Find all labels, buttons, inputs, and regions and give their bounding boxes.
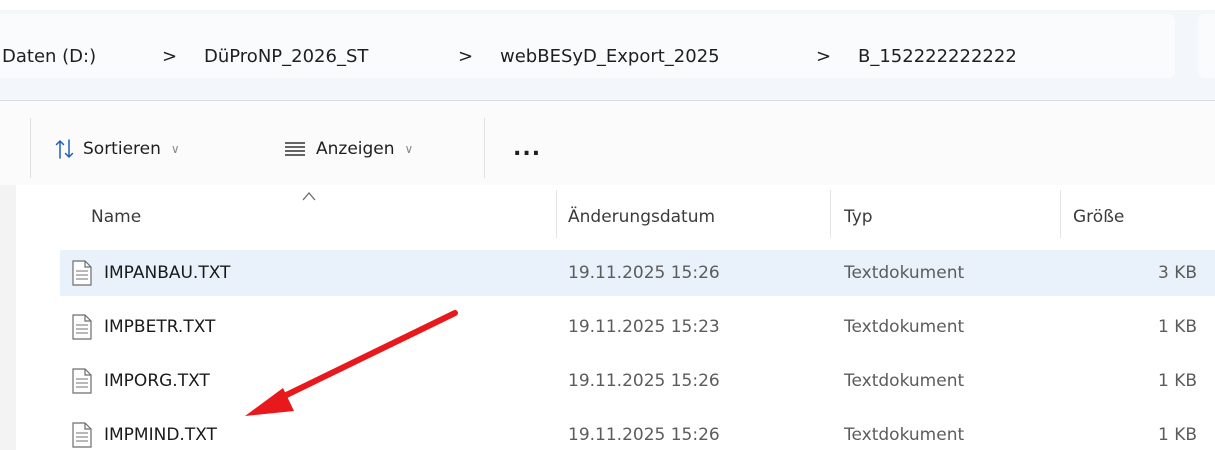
divider <box>484 118 485 178</box>
file-name: IMPBETR.TXT <box>104 317 216 337</box>
sort-ascending-icon <box>302 192 316 201</box>
navigation-pane[interactable] <box>0 185 16 450</box>
view-button-label: Anzeigen <box>316 139 395 159</box>
command-bar <box>0 101 1215 185</box>
file-date: 19.11.2025 15:23 <box>568 317 720 337</box>
file-name: IMPANBAU.TXT <box>104 263 231 283</box>
file-size: 1 KB <box>1157 425 1197 445</box>
view-button[interactable]: Anzeigen ∨ <box>284 134 413 164</box>
file-date: 19.11.2025 15:26 <box>568 425 720 445</box>
file-type: Textdokument <box>844 371 965 391</box>
column-header-size[interactable]: Größe <box>1073 205 1124 229</box>
file-type: Textdokument <box>844 317 965 337</box>
file-name: IMPMIND.TXT <box>104 425 217 445</box>
breadcrumb-item-export[interactable]: webBESyD_Export_2025 <box>500 45 720 69</box>
breadcrumb-item-project[interactable]: DüProNP_2026_ST <box>204 45 368 69</box>
text-file-icon <box>72 260 92 286</box>
table-row[interactable]: IMPANBAU.TXT 19.11.2025 15:26 Textdokume… <box>60 250 1215 296</box>
column-header-name[interactable]: Name <box>91 205 141 229</box>
breadcrumb-item-drive[interactable]: Daten (D:) <box>2 45 96 69</box>
column-header-date[interactable]: Änderungsdatum <box>568 205 715 229</box>
column-resize-handle[interactable] <box>1060 190 1061 238</box>
list-view-icon <box>285 142 305 156</box>
file-name: IMPORG.TXT <box>104 371 210 391</box>
table-row[interactable]: IMPMIND.TXT 19.11.2025 15:26 Textdokumen… <box>60 412 1215 450</box>
file-size: 1 KB <box>1157 371 1197 391</box>
breadcrumb-separator[interactable]: > <box>816 45 831 69</box>
text-file-icon <box>72 422 92 448</box>
sort-button[interactable]: Sortieren ∨ <box>55 134 180 164</box>
text-file-icon <box>72 314 92 340</box>
breadcrumb-separator[interactable]: > <box>458 45 473 69</box>
sort-button-label: Sortieren <box>83 139 161 159</box>
column-resize-handle[interactable] <box>556 190 557 238</box>
file-date: 19.11.2025 15:26 <box>568 371 720 391</box>
table-row[interactable]: IMPORG.TXT 19.11.2025 15:26 Textdokument… <box>60 358 1215 404</box>
sort-icon <box>55 139 74 159</box>
file-size: 1 KB <box>1157 317 1197 337</box>
file-type: Textdokument <box>844 425 965 445</box>
file-size: 3 KB <box>1157 263 1197 283</box>
file-date: 19.11.2025 15:26 <box>568 263 720 283</box>
chevron-down-icon: ∨ <box>404 142 414 156</box>
table-row[interactable]: IMPBETR.TXT 19.11.2025 15:23 Textdokumen… <box>60 304 1215 350</box>
breadcrumb-separator[interactable]: > <box>162 45 177 69</box>
chevron-down-icon: ∨ <box>170 142 180 156</box>
breadcrumb-item-current[interactable]: B_152222222222 <box>858 45 1017 69</box>
file-explorer-window: Daten (D:) > DüProNP_2026_ST > webBESyD_… <box>0 0 1215 450</box>
search-box[interactable] <box>1198 14 1215 78</box>
more-options-button[interactable]: ... <box>513 134 541 164</box>
column-header-type[interactable]: Typ <box>844 205 873 229</box>
column-resize-handle[interactable] <box>830 190 831 238</box>
divider <box>30 118 31 178</box>
text-file-icon <box>72 368 92 394</box>
file-type: Textdokument <box>844 263 965 283</box>
